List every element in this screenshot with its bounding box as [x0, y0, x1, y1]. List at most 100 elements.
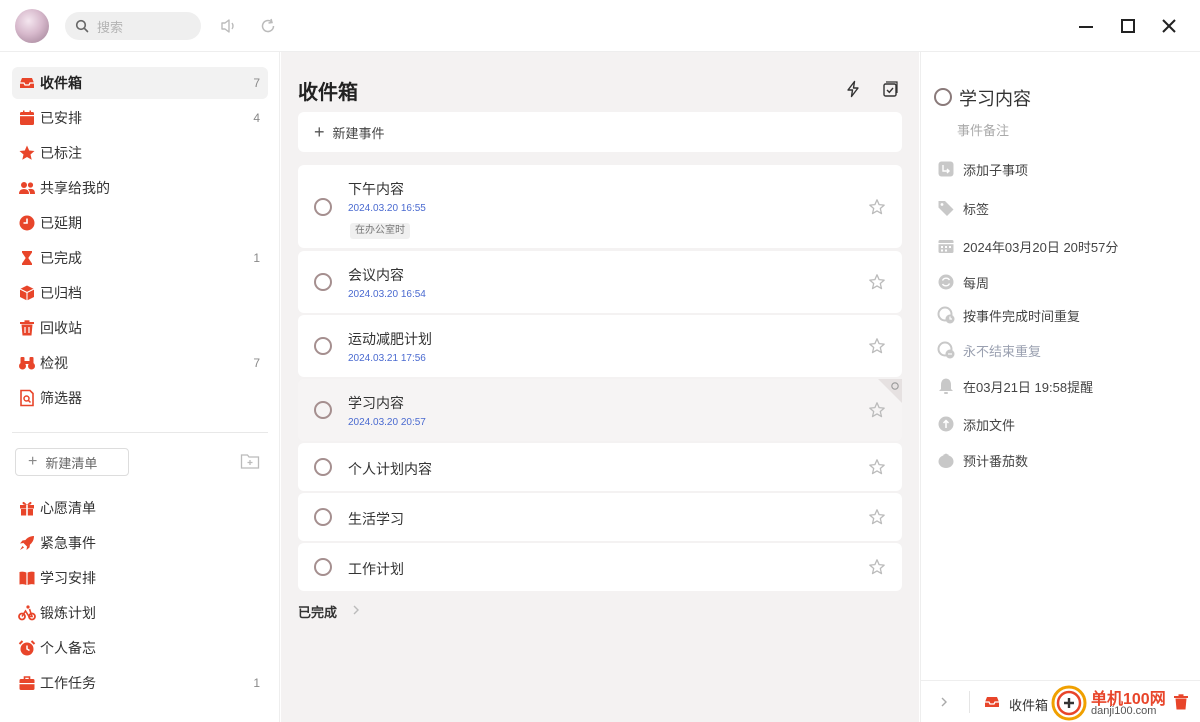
task-item[interactable]: 下午内容 2024.03.20 16:55 在办公室时 [298, 165, 902, 248]
sidebar-item-inbox[interactable]: 收件箱 7 [12, 67, 268, 99]
page-title: 收件箱 [298, 82, 358, 104]
star-outline-icon[interactable] [868, 198, 886, 216]
sidebar-item-filter[interactable]: 筛选器 [12, 382, 268, 414]
sidebar-list-urgent[interactable]: 紧急事件 [12, 527, 268, 559]
completed-section-toggle[interactable]: 已完成 [298, 602, 337, 621]
task-checkbox[interactable] [314, 508, 332, 526]
task-checkbox[interactable] [314, 198, 332, 216]
sidebar-list-wishlist[interactable]: 心愿清单 [12, 492, 268, 524]
rocket-icon [18, 534, 36, 552]
star-outline-icon[interactable] [868, 273, 886, 291]
sidebar-item-trash[interactable]: 回收站 [12, 312, 268, 344]
refresh-icon[interactable] [258, 16, 278, 36]
delete-icon[interactable] [1173, 693, 1189, 711]
task-checkbox[interactable] [314, 401, 332, 419]
star-outline-icon[interactable] [868, 508, 886, 526]
detail-title[interactable]: 学习内容 [959, 85, 1031, 111]
sidebar-item-label: 共享给我的 [40, 180, 110, 196]
note-field[interactable]: 事件备注 [957, 120, 1009, 139]
sidebar-item-label: 已标注 [40, 145, 82, 161]
star-outline-icon[interactable] [868, 401, 886, 419]
plus-icon: + [28, 453, 38, 470]
collapse-chevron-icon[interactable] [939, 696, 949, 708]
search-input[interactable]: 搜索 [97, 17, 123, 36]
sidebar-item-completed[interactable]: 已完成 1 [12, 242, 268, 274]
avatar[interactable] [15, 9, 49, 43]
search-box[interactable]: 搜索 [65, 12, 201, 40]
task-item[interactable]: 工作计划 [298, 543, 902, 591]
due-date-row[interactable]: 2024年03月20日 20时57分 [937, 236, 1118, 256]
select-mode-icon[interactable] [881, 80, 899, 98]
repeat-row[interactable]: 每周 [937, 272, 989, 292]
row-text: 添加文件 [963, 417, 1016, 433]
sound-icon[interactable] [218, 16, 238, 36]
task-checkbox[interactable] [314, 337, 332, 355]
sidebar-item-label: 锻炼计划 [40, 605, 96, 621]
sidebar-list-exercise[interactable]: 锻炼计划 [12, 597, 268, 629]
maximize-button[interactable] [1116, 14, 1140, 38]
sidebar-item-shared[interactable]: 共享给我的 [12, 172, 268, 204]
task-item-selected[interactable]: 学习内容 2024.03.20 20:57 [298, 379, 902, 441]
sidebar-item-label: 筛选器 [40, 390, 82, 406]
star-outline-icon[interactable] [868, 558, 886, 576]
pomodoro-row[interactable]: 预计番茄数 [937, 450, 1028, 470]
close-button[interactable] [1157, 14, 1181, 38]
add-subtask-row[interactable]: 添加子事项 [937, 159, 1028, 179]
repeat-end-row[interactable]: 永不结束重复 [937, 340, 1041, 360]
sidebar-item-count: 4 [253, 111, 260, 125]
box-icon [18, 284, 36, 302]
sidebar-item-archived[interactable]: 已归档 [12, 277, 268, 309]
sidebar-item-label: 紧急事件 [40, 535, 96, 551]
tag-icon [938, 201, 954, 216]
bell-icon [939, 378, 953, 394]
star-outline-icon[interactable] [868, 458, 886, 476]
task-checkbox[interactable] [314, 458, 332, 476]
minimize-button[interactable] [1074, 14, 1098, 38]
task-item[interactable]: 运动减肥计划 2024.03.21 17:56 [298, 315, 902, 377]
new-list-label: 新建清单 [45, 455, 98, 471]
sidebar-item-label: 已归档 [40, 285, 82, 301]
star-outline-icon[interactable] [868, 337, 886, 355]
chevron-right-icon[interactable] [351, 604, 361, 616]
new-folder-icon[interactable] [240, 452, 260, 470]
reminder-row[interactable]: 在03月21日 19:58提醒 [937, 376, 1093, 396]
sidebar-list-personal[interactable]: 个人备忘 [12, 632, 268, 664]
sidebar-list-study[interactable]: 学习安排 [12, 562, 268, 594]
sidebar-item-label: 收件箱 [40, 75, 82, 91]
people-icon [18, 179, 36, 197]
row-text: 标签 [963, 201, 990, 217]
lightning-icon[interactable] [844, 80, 862, 98]
task-tag[interactable]: 在办公室时 [350, 223, 410, 239]
sidebar-list-work[interactable]: 工作任务 1 [12, 667, 268, 699]
task-list-panel: 收件箱 + 新建事件 下午内容 2024.03.20 16:55 在办公室时 会… [281, 52, 919, 722]
sidebar-item-label: 已安排 [40, 110, 82, 126]
sidebar-item-postponed[interactable]: 已延期 [12, 207, 268, 239]
new-task-button[interactable]: + 新建事件 [298, 112, 902, 152]
repeat-mode-row[interactable]: 按事件完成时间重复 [937, 305, 1080, 325]
task-item[interactable]: 会议内容 2024.03.20 16:54 [298, 251, 902, 313]
sidebar-item-starred[interactable]: 已标注 [12, 137, 268, 169]
sidebar-item-review[interactable]: 检视 7 [12, 347, 268, 379]
inbox-icon [18, 74, 36, 92]
alarm-icon [18, 639, 36, 657]
sidebar-item-label: 心愿清单 [40, 500, 96, 516]
add-file-row[interactable]: 添加文件 [937, 414, 1015, 434]
plus-icon: + [314, 122, 325, 142]
sidebar-item-scheduled[interactable]: 已安排 4 [12, 102, 268, 134]
book-icon [18, 569, 36, 587]
footer-list-name[interactable]: 收件箱 [1009, 695, 1048, 714]
task-checkbox[interactable] [314, 558, 332, 576]
task-checkbox[interactable] [314, 273, 332, 291]
sidebar-item-label: 已完成 [40, 250, 82, 266]
clock-icon [18, 214, 36, 232]
task-item[interactable]: 个人计划内容 [298, 443, 902, 491]
repeat-clock-icon [937, 306, 955, 324]
row-text: 添加子事项 [963, 162, 1029, 178]
task-item[interactable]: 生活学习 [298, 493, 902, 541]
tag-row[interactable]: 标签 [937, 198, 989, 218]
sidebar-item-label: 检视 [40, 355, 68, 371]
task-date: 2024.03.21 17:56 [348, 353, 426, 364]
task-date: 2024.03.20 16:55 [348, 203, 426, 214]
new-list-button[interactable]: + 新建清单 [15, 448, 129, 476]
detail-checkbox[interactable] [934, 88, 952, 106]
